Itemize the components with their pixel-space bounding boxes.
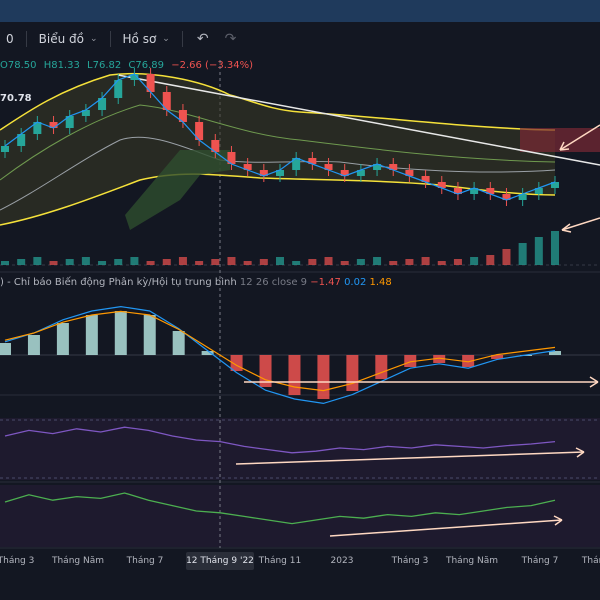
volume-bar <box>243 261 252 265</box>
macd-histogram-bar <box>56 323 69 355</box>
macd-histogram-bar <box>114 311 127 355</box>
x-axis-tick-label: Tháng Năm <box>445 556 498 566</box>
volume-bar <box>373 257 382 265</box>
volume-bar <box>437 261 446 265</box>
x-axis-tick-label: Tháng <box>581 556 600 566</box>
volume-bar <box>130 257 139 265</box>
volume-bar <box>308 259 317 265</box>
volume-bar <box>551 231 559 265</box>
x-axis-tick-label: Tháng 3 <box>0 556 34 566</box>
macd-histogram-bar <box>143 315 156 355</box>
volume-bar <box>17 259 26 265</box>
volume-bar <box>405 259 414 265</box>
candle-body <box>1 146 9 152</box>
macd-histogram-bar <box>85 315 98 355</box>
volume-bar <box>178 257 187 265</box>
volume-bar <box>421 257 430 265</box>
annotation-arrow <box>561 217 600 231</box>
x-axis-tick-label: Tháng 7 <box>521 556 559 566</box>
macd-histogram-bar <box>375 355 388 379</box>
volume-bar <box>276 257 284 265</box>
volume-bar <box>518 243 527 265</box>
chart-canvas[interactable]: Tháng 3 Tháng Năm Tháng 7 Tháng 11 2023 Tháng… <box>0 0 600 600</box>
volume-bar <box>114 259 123 265</box>
volume-bar <box>292 261 301 265</box>
volume-bar <box>259 259 268 265</box>
bollinger-band-fill <box>0 73 555 226</box>
volume-bar <box>1 261 9 265</box>
rsi-panel-bg <box>0 418 600 480</box>
volume-bar <box>470 257 479 265</box>
macd-histogram-bar <box>0 343 11 355</box>
volume-bar <box>340 261 349 265</box>
volume-bar <box>356 259 365 265</box>
macd-histogram-bar <box>317 355 330 399</box>
macd-histogram-bar <box>346 355 359 391</box>
macd-histogram-bar <box>288 355 301 395</box>
x-axis-tick-label: Tháng 3 <box>391 556 429 566</box>
macd-histogram-bar <box>172 331 185 355</box>
x-axis-tick-label: Tháng Năm <box>51 556 104 566</box>
x-axis-tick-label: Tháng 7 <box>126 556 164 566</box>
volume-bar <box>65 259 74 265</box>
volume-bar <box>389 261 398 265</box>
macd-histogram-bar <box>27 335 40 355</box>
volume-bar <box>162 259 171 265</box>
volume-bar <box>33 257 42 265</box>
x-axis-tick-label: Tháng 11 <box>258 556 301 566</box>
volume-bar <box>195 261 204 265</box>
volume-bar <box>49 261 58 265</box>
crosshair-date-label: 12 Tháng 9 '22 <box>186 552 254 570</box>
volume-bar <box>453 259 462 265</box>
volume-bar <box>211 259 220 265</box>
x-axis-tick-label: 2023 <box>331 556 354 566</box>
volume-bar <box>324 257 333 265</box>
volume-bar <box>227 257 236 265</box>
volume-bar <box>81 257 90 265</box>
volume-bar <box>486 255 495 265</box>
volume-bar <box>502 249 511 265</box>
osc-panel-bg <box>0 485 600 547</box>
volume-bar <box>98 261 107 265</box>
volume-bar <box>146 261 155 265</box>
volume-bar <box>534 237 543 265</box>
